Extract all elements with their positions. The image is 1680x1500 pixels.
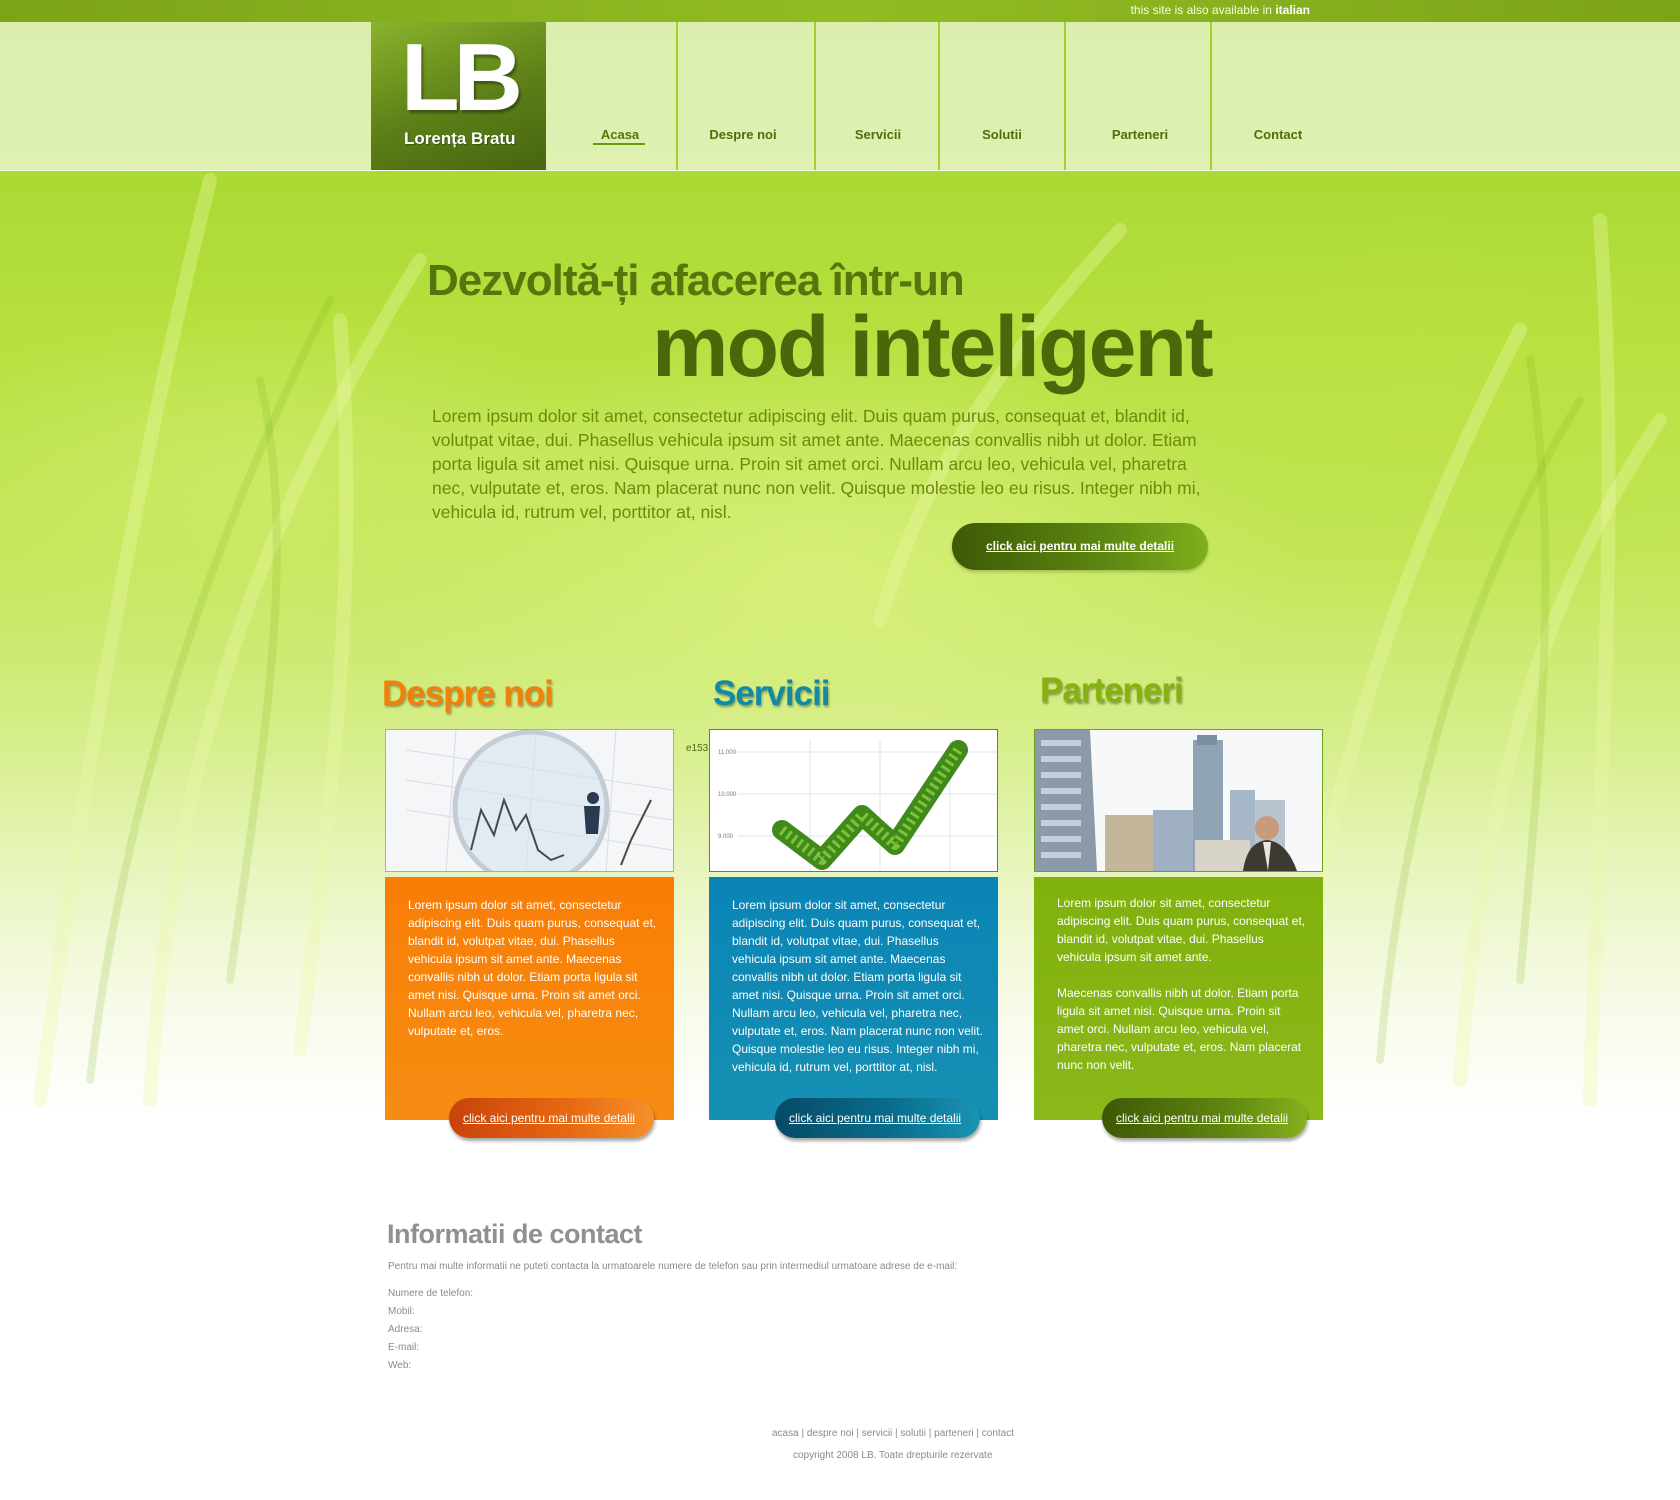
despre-noi-details-button-label: click aici pentru mai multe detalii <box>463 1111 636 1125</box>
parteneri-details-button[interactable]: click aici pentru mai multe detalii <box>1102 1098 1307 1138</box>
servicii-image: 11.000 10.000 9.000 <box>709 729 998 872</box>
despre-noi-text: Lorem ipsum dolor sit amet, consectetur … <box>408 898 657 1038</box>
footer-link-parteneri[interactable]: parteneri <box>934 1428 973 1439</box>
footer-link-servicii[interactable]: servicii <box>862 1428 893 1439</box>
nav-active-indicator <box>593 143 645 145</box>
column-title-parteneri: Parteneri <box>1040 671 1184 710</box>
logo[interactable]: LB Lorența Bratu <box>371 22 546 170</box>
footer-link-solutii[interactable]: solutii <box>900 1428 926 1439</box>
contact-web-label: Web: <box>388 1360 412 1371</box>
language-note-text: this site is also available in <box>1130 3 1272 17</box>
column-title-despre-noi: Despre noi <box>382 674 554 713</box>
chart-tick-label: 9.000 <box>718 834 734 840</box>
magnifier-chart-illustration <box>386 730 673 871</box>
nav-item-acasa[interactable]: Acasa <box>580 127 660 142</box>
footer-separator: | <box>798 1428 807 1439</box>
servicii-text: Lorem ipsum dolor sit amet, consectetur … <box>732 898 983 1074</box>
despre-noi-image <box>385 729 674 872</box>
servicii-details-button-label: click aici pentru mai multe detalii <box>789 1111 962 1125</box>
servicii-text-box: Lorem ipsum dolor sit amet, consectetur … <box>709 877 998 1120</box>
language-note: this site is also available in italian <box>1131 3 1310 17</box>
contact-title: Informatii de contact <box>387 1219 643 1249</box>
footer-link-contact[interactable]: contact <box>982 1428 1014 1439</box>
parteneri-text-1: Lorem ipsum dolor sit amet, consectetur … <box>1057 896 1306 964</box>
despre-noi-details-button[interactable]: click aici pentru mai multe detalii <box>449 1098 654 1138</box>
copyright: copyright 2008 LB. Toate drepturile reze… <box>793 1450 993 1461</box>
contact-mobile-label: Mobil: <box>388 1306 415 1317</box>
nav-separator <box>1064 22 1066 170</box>
contact-phone-label: Numere de telefon: <box>388 1288 474 1299</box>
header <box>0 22 1680 171</box>
nav-item-solutii[interactable]: Solutii <box>957 127 1047 142</box>
footer-links: acasa | despre noi | servicii | solutii … <box>772 1428 1014 1439</box>
parteneri-image <box>1034 729 1323 872</box>
nav-separator <box>938 22 940 170</box>
contact-address-label: Adresa: <box>388 1324 423 1335</box>
nav-item-parteneri[interactable]: Parteneri <box>1090 127 1190 142</box>
footer-separator: | <box>973 1428 982 1439</box>
chart-tick-label: 10.000 <box>718 792 737 798</box>
nav-item-contact[interactable]: Contact <box>1228 127 1328 142</box>
hero-details-button-label: click aici pentru mai multe detalii <box>986 539 1175 553</box>
servicii-details-button[interactable]: click aici pentru mai multe detalii <box>775 1098 980 1138</box>
parteneri-details-button-label: click aici pentru mai multe detalii <box>1116 1111 1289 1125</box>
hero-headline-line2: mod inteligent <box>652 299 1214 395</box>
nav-separator <box>814 22 816 170</box>
nav-separator <box>1210 22 1212 170</box>
logo-initials: LB <box>401 24 523 131</box>
chart-tick-label: 11.000 <box>718 750 737 756</box>
footer-separator: | <box>853 1428 862 1439</box>
parteneri-text-2: Maecenas convallis nibh ut dolor. Etiam … <box>1057 986 1302 1072</box>
growth-chart-illustration: 11.000 10.000 9.000 <box>710 730 997 871</box>
top-bar: this site is also available in italian <box>0 0 1680 22</box>
contact-intro: Pentru mai multe informatii ne puteti co… <box>388 1261 958 1272</box>
footer-link-acasa[interactable]: acasa <box>772 1428 799 1439</box>
hero-details-button[interactable]: click aici pentru mai multe detalii <box>952 523 1208 570</box>
nav-separator <box>676 22 678 170</box>
despre-noi-text-box: Lorem ipsum dolor sit amet, consectetur … <box>385 877 674 1120</box>
nav-item-despre-noi[interactable]: Despre noi <box>693 127 793 142</box>
footer-separator: | <box>926 1428 935 1439</box>
logo-name: Lorența Bratu <box>404 129 516 148</box>
parteneri-text-box: Lorem ipsum dolor sit amet, consectetur … <box>1034 877 1323 1120</box>
language-italian-link[interactable]: italian <box>1275 3 1310 17</box>
nav-item-servicii[interactable]: Servicii <box>833 127 923 142</box>
stray-text: e153 <box>686 743 709 754</box>
hero-paragraph: Lorem ipsum dolor sit amet, consectetur … <box>432 406 1201 522</box>
footer-link-despre-noi[interactable]: despre noi <box>807 1428 854 1439</box>
column-title-servicii: Servicii <box>713 674 831 713</box>
contact-email-label: E-mail: <box>388 1342 420 1353</box>
city-businessman-illustration <box>1035 730 1322 871</box>
